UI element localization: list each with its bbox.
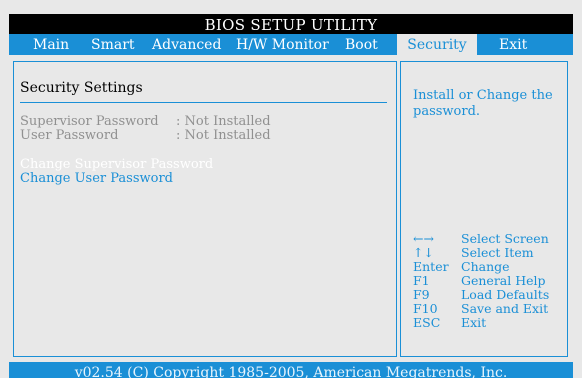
left-right-arrows-icon: ←→ <box>413 231 434 246</box>
key-label: Enter <box>413 259 449 274</box>
copyright-footer: v02.54 (C) Copyright 1985-2005, American… <box>9 362 573 378</box>
menu-item-hw-monitor[interactable]: H/W Monitor <box>236 34 329 55</box>
key-label: F9 <box>413 287 430 302</box>
menu-bar: Main Smart Advanced H/W Monitor Boot Sec… <box>9 34 573 55</box>
key-label: F10 <box>413 301 438 316</box>
supervisor-password-label: Supervisor Password <box>20 114 159 129</box>
key-hint-desc: Select Screen <box>461 231 549 246</box>
section-title: Security Settings <box>20 80 143 96</box>
bios-title: BIOS SETUP UTILITY <box>9 14 573 34</box>
bios-screen: BIOS SETUP UTILITY Main Smart Advanced H… <box>0 0 582 378</box>
user-password-label: User Password <box>20 128 119 143</box>
user-password-status: : Not Installed <box>176 128 271 143</box>
key-hint-desc: Load Defaults <box>461 287 550 302</box>
menu-item-boot[interactable]: Boot <box>345 34 378 55</box>
key-hint-desc: Change <box>461 259 510 274</box>
menu-item-main[interactable]: Main <box>33 34 69 55</box>
key-hint-desc: Save and Exit <box>461 301 549 316</box>
key-hint-desc: Exit <box>461 315 487 330</box>
menu-item-exit[interactable]: Exit <box>499 34 527 55</box>
main-panel <box>13 61 397 357</box>
key-label: F1 <box>413 273 430 288</box>
menu-item-advanced[interactable]: Advanced <box>152 34 221 55</box>
key-hint-desc: Select Item <box>461 245 534 260</box>
key-hint-desc: General Help <box>461 273 546 288</box>
section-divider <box>20 102 387 103</box>
supervisor-password-status: : Not Installed <box>176 114 271 129</box>
change-supervisor-password-item[interactable]: Change Supervisor Password <box>20 157 213 172</box>
key-label: ESC <box>413 315 441 330</box>
change-user-password-item[interactable]: Change User Password <box>20 171 173 186</box>
up-down-arrows-icon: ↑↓ <box>413 245 434 260</box>
menu-item-smart[interactable]: Smart <box>91 34 135 55</box>
menu-item-security[interactable]: Security <box>397 34 477 55</box>
help-description: Install or Change the password. <box>413 88 553 119</box>
